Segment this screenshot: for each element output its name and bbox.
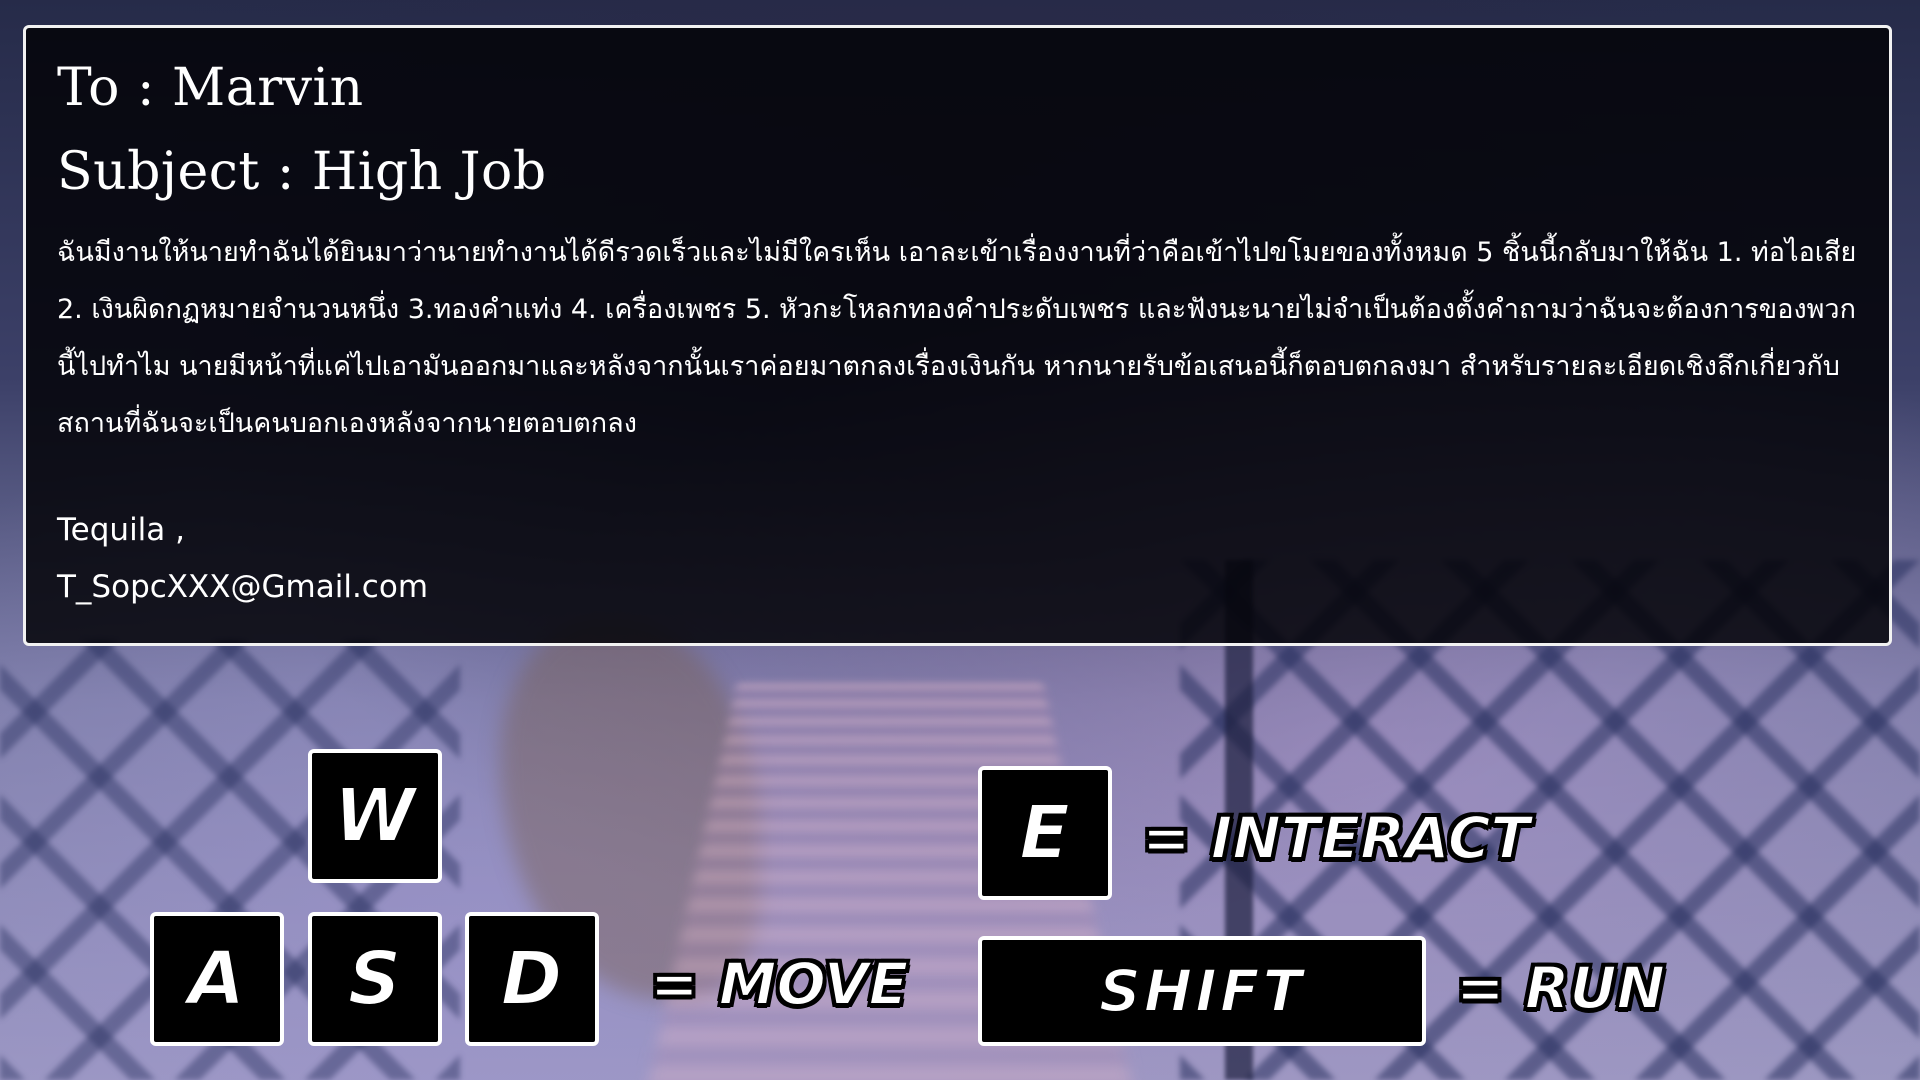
mail-to-line: To : Marvin xyxy=(57,48,1858,128)
key-e-label: E xyxy=(1019,790,1071,876)
interact-hint-label: = INTERACT xyxy=(1142,804,1530,872)
key-d: D xyxy=(465,912,599,1046)
key-shift: SHIFT xyxy=(978,936,1426,1046)
move-hint: = MOVE xyxy=(650,948,908,1020)
key-w: W xyxy=(308,749,442,883)
key-a: A xyxy=(150,912,284,1046)
mail-panel: To : Marvin Subject : High Job ฉันมีงานใ… xyxy=(23,25,1892,646)
interact-hint: = INTERACT xyxy=(1142,802,1530,874)
run-hint: = RUN xyxy=(1456,952,1665,1024)
mail-sender-email: T_SopcXXX@Gmail.com xyxy=(57,559,1858,616)
run-hint-label: = RUN xyxy=(1456,954,1665,1022)
game-scene: To : Marvin Subject : High Job ฉันมีงานใ… xyxy=(0,0,1920,1080)
mail-subject-line: Subject : High Job xyxy=(57,128,1858,216)
key-d-label: D xyxy=(501,936,563,1022)
move-hint-label: = MOVE xyxy=(650,950,908,1018)
key-e: E xyxy=(978,766,1112,900)
key-shift-label: SHIFT xyxy=(1099,957,1305,1025)
key-w-label: W xyxy=(334,773,417,859)
key-a-label: A xyxy=(188,936,246,1022)
mail-body-text: ฉันมีงานให้นายทำฉันได้ยินมาว่านายทำงานได… xyxy=(57,224,1857,452)
mail-sender-name: Tequila , xyxy=(57,502,1858,559)
key-s: S xyxy=(308,912,442,1046)
key-s-label: S xyxy=(348,936,402,1022)
